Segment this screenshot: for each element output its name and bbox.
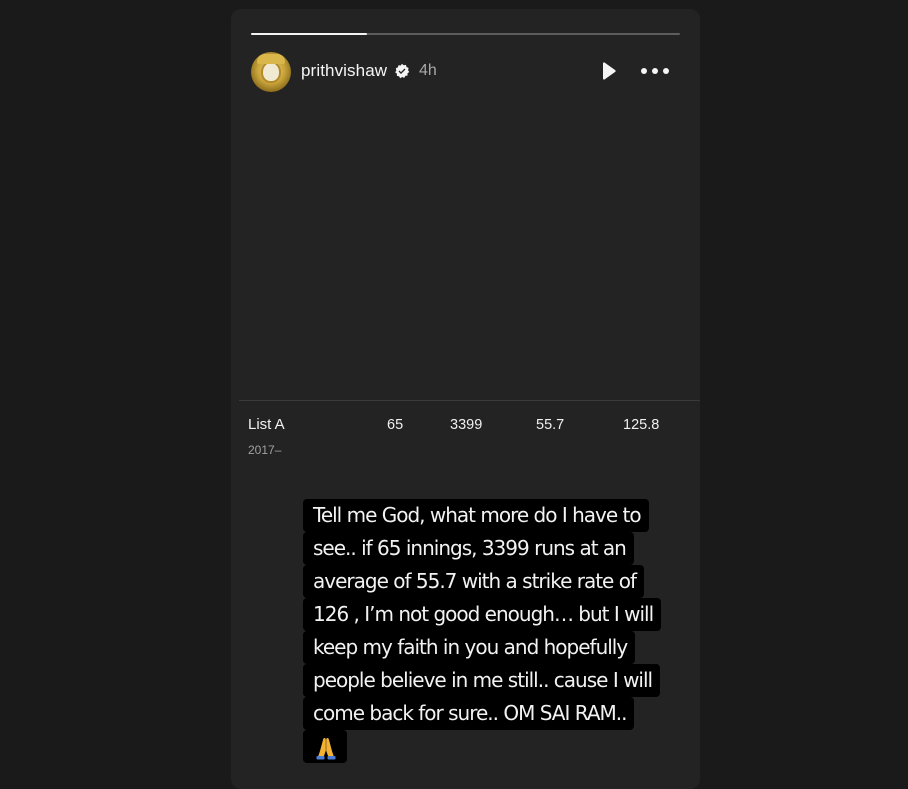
caption-line: 126 , I’m not good enough… but I will xyxy=(303,598,662,631)
caption-emoji-line xyxy=(303,730,347,763)
username[interactable]: prithvishaw xyxy=(301,61,387,81)
stats-divider xyxy=(239,400,700,401)
caption-line: people believe in me still.. cause I wil… xyxy=(303,664,661,697)
dot-icon xyxy=(652,68,658,74)
story-card[interactable]: prithvishaw 4h List A 2017– 65 3399 55.7… xyxy=(231,9,700,789)
stat-runs: 3399 xyxy=(450,417,483,433)
more-options-icon[interactable] xyxy=(641,67,669,75)
dot-icon xyxy=(663,68,669,74)
stat-average: 55.7 xyxy=(536,417,565,433)
folded-hands-icon xyxy=(316,737,336,759)
verified-badge-icon xyxy=(395,63,410,79)
story-progress-fill xyxy=(251,33,367,35)
story-caption: Tell me God, what more do I have to see.… xyxy=(303,499,662,763)
story-progress-bar xyxy=(251,33,680,35)
caption-line: come back for sure.. OM SAI RAM.. xyxy=(303,697,635,730)
dot-icon xyxy=(641,68,647,74)
caption-line: see.. if 65 innings, 3399 runs at an xyxy=(303,532,634,565)
avatar[interactable] xyxy=(251,52,291,92)
stat-years: 2017– xyxy=(248,443,282,457)
stat-innings: 65 xyxy=(387,417,404,433)
stat-strike-rate: 125.8 xyxy=(623,417,660,433)
caption-line: average of 55.7 with a strike rate of xyxy=(303,565,644,598)
stat-format: List A xyxy=(248,416,285,433)
caption-line: keep my faith in you and hopefully xyxy=(303,631,636,664)
post-timestamp: 4h xyxy=(419,62,437,79)
caption-line: Tell me God, what more do I have to xyxy=(303,499,649,532)
play-icon[interactable] xyxy=(598,61,618,81)
